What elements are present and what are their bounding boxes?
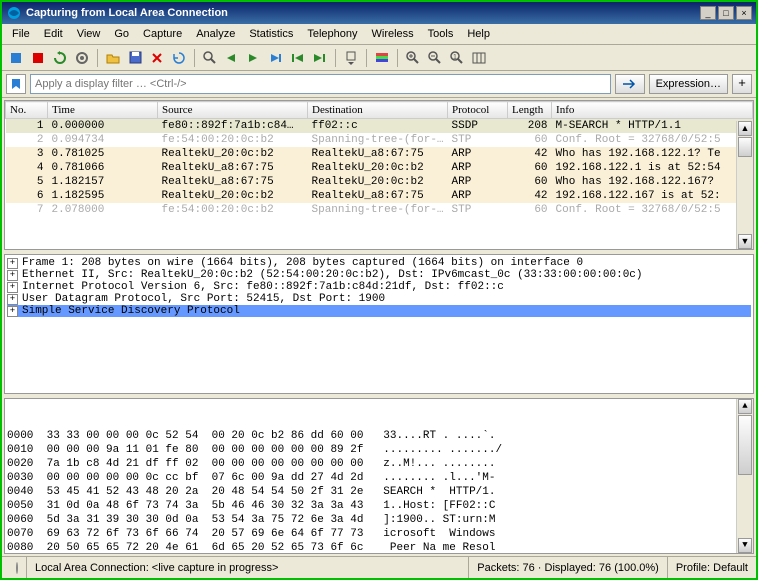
titlebar: Capturing from Local Area Connection _ □… [2,2,756,24]
status-profile[interactable]: Profile: Default [667,557,756,578]
options-button[interactable] [72,48,92,68]
expand-icon[interactable]: + [7,270,18,281]
packet-list-header[interactable]: No. Time Source Destination Protocol Len… [6,102,753,119]
hex-scrollbar[interactable]: ▲ ▼ [736,399,753,553]
scroll-thumb[interactable] [738,137,752,157]
packet-details-pane[interactable]: +Frame 1: 208 bytes on wire (1664 bits),… [4,254,754,394]
scroll-down-icon[interactable]: ▼ [738,538,752,553]
expand-icon[interactable]: + [7,294,18,305]
menu-telephony[interactable]: Telephony [301,26,363,42]
packet-bytes-pane[interactable]: 0000 33 33 00 00 00 0c 52 54 00 20 0c b2… [4,398,754,554]
filter-apply-button[interactable] [615,74,645,94]
col-source[interactable]: Source [158,102,308,119]
display-filter-input[interactable] [30,74,611,94]
menu-file[interactable]: File [6,26,36,42]
col-protocol[interactable]: Protocol [448,102,508,119]
colorize-button[interactable] [372,48,392,68]
detail-row[interactable]: +Ethernet II, Src: RealtekU_20:0c:b2 (52… [7,269,751,281]
menu-tools[interactable]: Tools [422,26,460,42]
status-packets: Packets: 76 · Displayed: 76 (100.0%) [468,557,667,578]
col-length[interactable]: Length [508,102,552,119]
window-title: Capturing from Local Area Connection [26,7,700,19]
resize-cols-button[interactable] [469,48,489,68]
packet-row[interactable]: 61.182595RealtekU_20:0c:b2RealtekU_a8:67… [6,189,753,203]
go-prev-button[interactable] [222,48,242,68]
scroll-thumb[interactable] [738,415,752,475]
reload-button[interactable] [169,48,189,68]
statusbar: Local Area Connection: <live capture in … [2,556,756,578]
detail-row[interactable]: +Simple Service Discovery Protocol [7,305,751,317]
menu-statistics[interactable]: Statistics [243,26,299,42]
col-info[interactable]: Info [552,102,753,119]
go-next-button[interactable] [244,48,264,68]
stop-capture-button[interactable] [28,48,48,68]
menu-wireless[interactable]: Wireless [366,26,420,42]
packet-row[interactable]: 40.781066RealtekU_a8:67:75RealtekU_20:0c… [6,161,753,175]
packet-row[interactable]: 72.078000fe:54:00:20:0c:b2Spanning-tree-… [6,203,753,217]
add-filter-button[interactable]: + [732,74,752,94]
col-no[interactable]: No. [6,102,48,119]
main-window: Capturing from Local Area Connection _ □… [0,0,758,580]
expand-icon[interactable]: + [7,258,18,269]
menu-go[interactable]: Go [108,26,135,42]
go-to-button[interactable] [266,48,286,68]
close-file-button[interactable] [147,48,167,68]
menu-capture[interactable]: Capture [137,26,188,42]
packet-row[interactable]: 20.094734fe:54:00:20:0c:b2Spanning-tree-… [6,133,753,147]
detail-row[interactable]: +User Datagram Protocol, Src Port: 52415… [7,293,751,305]
expert-info-icon[interactable] [16,562,18,574]
menubar: FileEditViewGoCaptureAnalyzeStatisticsTe… [2,24,756,45]
maximize-button[interactable]: □ [718,6,734,20]
packet-list-pane: No. Time Source Destination Protocol Len… [4,100,754,250]
expand-icon[interactable]: + [7,282,18,293]
minimize-button[interactable]: _ [700,6,716,20]
zoom-reset-button[interactable]: 1 [447,48,467,68]
find-button[interactable] [200,48,220,68]
menu-edit[interactable]: Edit [38,26,69,42]
packet-list-scrollbar[interactable]: ▲ ▼ [736,121,753,249]
scroll-down-icon[interactable]: ▼ [738,234,752,249]
filter-bookmark-button[interactable] [6,74,26,94]
go-first-button[interactable] [288,48,308,68]
menu-analyze[interactable]: Analyze [190,26,241,42]
autoscroll-button[interactable] [341,48,361,68]
save-button[interactable] [125,48,145,68]
restart-capture-button[interactable] [50,48,70,68]
expand-icon[interactable]: + [7,306,18,317]
col-time[interactable]: Time [48,102,158,119]
zoom-in-button[interactable] [403,48,423,68]
zoom-out-button[interactable] [425,48,445,68]
scroll-up-icon[interactable]: ▲ [738,121,752,136]
go-last-button[interactable] [310,48,330,68]
menu-help[interactable]: Help [461,26,496,42]
status-interface: Local Area Connection: <live capture in … [26,557,468,578]
filter-toolbar: Expression… + [2,71,756,98]
start-capture-button[interactable] [6,48,26,68]
detail-row[interactable]: +Frame 1: 208 bytes on wire (1664 bits),… [7,257,751,269]
menu-view[interactable]: View [71,26,107,42]
detail-row[interactable]: +Internet Protocol Version 6, Src: fe80:… [7,281,751,293]
expression-button[interactable]: Expression… [649,74,728,94]
toolbar: 1 [2,45,756,71]
col-destination[interactable]: Destination [308,102,448,119]
packet-row[interactable]: 51.182157RealtekU_a8:67:75RealtekU_20:0c… [6,175,753,189]
open-button[interactable] [103,48,123,68]
packet-row[interactable]: 30.781025RealtekU_20:0c:b2RealtekU_a8:67… [6,147,753,161]
packet-row[interactable]: 10.000000fe80::892f:7a1b:c84…ff02::cSSDP… [6,119,753,134]
close-button[interactable]: × [736,6,752,20]
svg-text:1: 1 [453,54,457,61]
scroll-up-icon[interactable]: ▲ [738,399,752,414]
app-icon [6,5,22,21]
